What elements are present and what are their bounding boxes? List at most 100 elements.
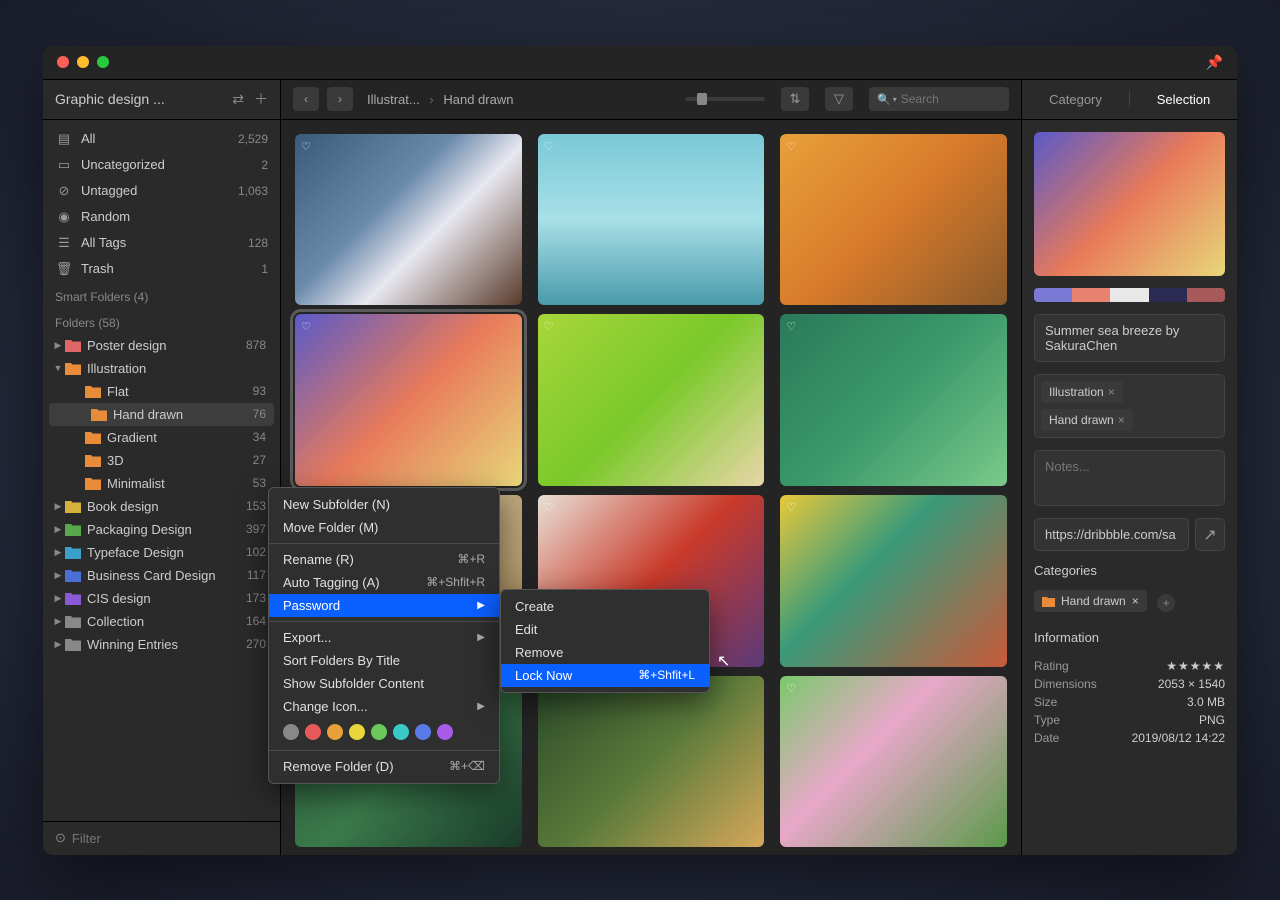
folder-collection[interactable]: ▶Collection164 (43, 610, 280, 633)
folder-business-card-design[interactable]: ▶Business Card Design117 (43, 564, 280, 587)
remove-category-icon[interactable]: × (1132, 594, 1139, 608)
tab-category[interactable]: Category (1022, 92, 1129, 107)
favorite-icon[interactable]: ♡ (544, 140, 554, 153)
zoom-slider[interactable] (685, 97, 765, 101)
chevron-icon[interactable]: ▼ (51, 363, 65, 373)
menu-item[interactable]: Move Folder (M) (269, 516, 499, 539)
submenu-item[interactable]: Create (501, 595, 709, 618)
open-url-button[interactable]: ↗ (1195, 518, 1225, 551)
menu-item[interactable]: Rename (R)⌘+R (269, 548, 499, 571)
sort-button[interactable]: ⇅ (781, 87, 809, 111)
menu-item[interactable]: Remove Folder (D)⌘+⌫ (269, 755, 499, 778)
nav-forward-button[interactable]: › (327, 87, 353, 111)
favorite-icon[interactable]: ♡ (544, 320, 554, 333)
palette-swatch[interactable] (1110, 288, 1148, 302)
palette-swatch[interactable] (1187, 288, 1225, 302)
menu-item[interactable]: Change Icon...▶ (269, 695, 499, 718)
tag-chip[interactable]: Hand drawn× (1041, 409, 1133, 431)
breadcrumb-item[interactable]: Illustrat... (367, 92, 420, 107)
favorite-icon[interactable]: ♡ (786, 320, 796, 333)
thumbnail[interactable]: ♡ (780, 314, 1007, 486)
search-box[interactable]: 🔍 ▾ (869, 87, 1009, 111)
url-field[interactable]: https://dribbble.com/sa (1034, 518, 1189, 551)
menu-item[interactable]: Sort Folders By Title (269, 649, 499, 672)
color-swatch[interactable] (305, 724, 321, 740)
submenu-item[interactable]: Remove (501, 641, 709, 664)
folder-winning-entries[interactable]: ▶Winning Entries270 (43, 633, 280, 656)
favorite-icon[interactable]: ♡ (786, 140, 796, 153)
favorite-icon[interactable]: ♡ (301, 320, 311, 333)
chevron-icon[interactable]: ▶ (51, 501, 65, 512)
thumbnail[interactable]: ♡ (538, 314, 765, 486)
color-swatch[interactable] (393, 724, 409, 740)
color-swatch[interactable] (371, 724, 387, 740)
menu-item[interactable]: Password▶ (269, 594, 499, 617)
sidebar-item-untagged[interactable]: ⊘Untagged1,063 (43, 178, 280, 204)
breadcrumb[interactable]: Illustrat... › Hand drawn (367, 92, 513, 107)
tab-selection[interactable]: Selection (1130, 92, 1237, 107)
favorite-icon[interactable]: ♡ (301, 140, 311, 153)
folder-3d[interactable]: 3D27 (43, 449, 280, 472)
folder-book-design[interactable]: ▶Book design153 (43, 495, 280, 518)
folder-gradient[interactable]: Gradient34 (43, 426, 280, 449)
chevron-icon[interactable]: ▶ (51, 524, 65, 535)
minimize-button[interactable] (77, 56, 89, 68)
chevron-icon[interactable]: ▶ (51, 340, 65, 351)
folder-illustration[interactable]: ▼Illustration (43, 357, 280, 380)
color-swatch[interactable] (437, 724, 453, 740)
menu-item[interactable]: New Subfolder (N) (269, 493, 499, 516)
sidebar-item-trash[interactable]: 🗑Trash1 (43, 256, 280, 282)
slider-thumb[interactable] (697, 93, 707, 105)
close-button[interactable] (57, 56, 69, 68)
chevron-icon[interactable]: ▶ (51, 570, 65, 581)
palette-swatch[interactable] (1034, 288, 1072, 302)
nav-back-button[interactable]: ‹ (293, 87, 319, 111)
folders-section[interactable]: Folders (58) (43, 308, 280, 334)
filter-button[interactable]: ▽ (825, 87, 853, 111)
menu-item[interactable]: Auto Tagging (A)⌘+Shfit+R (269, 571, 499, 594)
preview-image[interactable] (1034, 132, 1225, 277)
switch-library-icon[interactable]: ⇄ (232, 91, 244, 108)
palette-swatch[interactable] (1149, 288, 1187, 302)
chevron-icon[interactable]: ▶ (51, 547, 65, 558)
sidebar-item-random[interactable]: ◉Random (43, 204, 280, 230)
maximize-button[interactable] (97, 56, 109, 68)
info-value[interactable]: ★★★★★ (1166, 659, 1225, 673)
smart-folders-section[interactable]: Smart Folders (4) (43, 282, 280, 308)
pin-icon[interactable]: 📌 (1206, 54, 1223, 71)
thumbnail[interactable]: ♡ (538, 676, 765, 848)
color-palette[interactable] (1034, 288, 1225, 302)
folder-flat[interactable]: Flat93 (43, 380, 280, 403)
search-dropdown-icon[interactable]: ▾ (893, 95, 897, 104)
submenu-item[interactable]: Lock Now⌘+Shfit+L (501, 664, 709, 687)
tag-chip[interactable]: Illustration× (1041, 381, 1123, 403)
folder-minimalist[interactable]: Minimalist53 (43, 472, 280, 495)
thumbnail[interactable]: ♡ (295, 314, 522, 486)
thumbnail[interactable]: ♡ (780, 676, 1007, 848)
remove-tag-icon[interactable]: × (1118, 413, 1125, 427)
add-category-button[interactable]: + (1157, 594, 1175, 612)
chevron-icon[interactable]: ▶ (51, 616, 65, 627)
filter-input[interactable] (72, 831, 268, 846)
color-swatch[interactable] (327, 724, 343, 740)
sidebar-item-all-tags[interactable]: ☰All Tags128 (43, 230, 280, 256)
notes-field[interactable]: Notes... (1034, 450, 1225, 506)
breadcrumb-item[interactable]: Hand drawn (443, 92, 513, 107)
chevron-icon[interactable]: ▶ (51, 593, 65, 604)
thumbnail[interactable]: ♡ (295, 134, 522, 306)
thumbnail[interactable]: ♡ (780, 495, 1007, 667)
menu-item[interactable]: Export...▶ (269, 626, 499, 649)
color-swatch[interactable] (283, 724, 299, 740)
folder-hand-drawn[interactable]: Hand drawn76 (49, 403, 274, 426)
category-chip[interactable]: Hand drawn × (1034, 590, 1147, 612)
folder-cis-design[interactable]: ▶CIS design173 (43, 587, 280, 610)
favorite-icon[interactable]: ♡ (786, 682, 796, 695)
tags-field[interactable]: Illustration× Hand drawn× (1034, 374, 1225, 438)
remove-tag-icon[interactable]: × (1108, 385, 1115, 399)
favorite-icon[interactable]: ♡ (544, 501, 554, 514)
submenu-item[interactable]: Edit (501, 618, 709, 641)
thumbnail[interactable]: ♡ (780, 134, 1007, 306)
sidebar-item-uncategorized[interactable]: ▭Uncategorized2 (43, 152, 280, 178)
search-input[interactable] (901, 92, 1001, 106)
thumbnail[interactable]: ♡ (538, 134, 765, 306)
